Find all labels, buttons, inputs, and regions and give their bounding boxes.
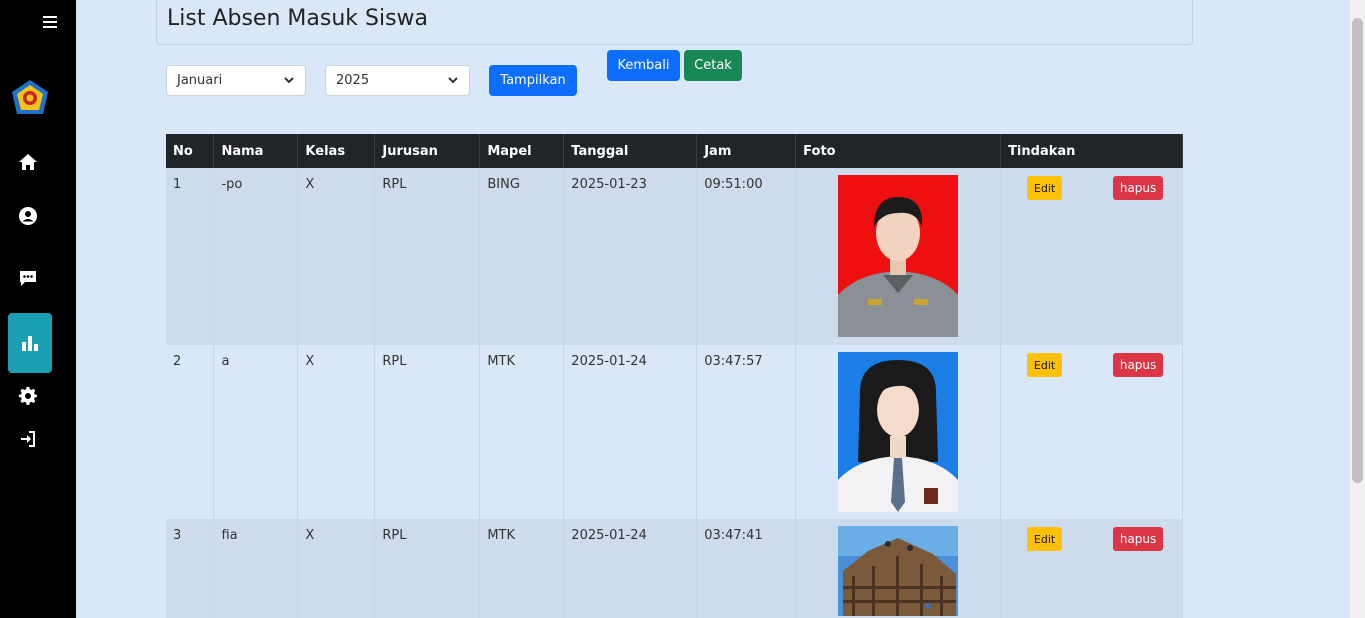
- cell-jurusan: RPL: [374, 345, 481, 519]
- sidebar-item-profile[interactable]: [0, 196, 56, 236]
- column-header: Jurusan: [374, 134, 481, 168]
- page-header-card: List Absen Masuk Siswa: [156, 0, 1193, 45]
- page-title: List Absen Masuk Siswa: [167, 6, 429, 31]
- sidebar-item-home[interactable]: [0, 142, 56, 182]
- cell-no: 1: [166, 168, 215, 345]
- cell-nama: a: [213, 345, 299, 519]
- home-icon: [19, 154, 37, 170]
- student-photo: [838, 352, 959, 514]
- edit-button[interactable]: Edit: [1027, 353, 1063, 377]
- student-photo: [838, 526, 959, 616]
- attendance-table: No Nama Kelas Jurusan Mapel Tanggal Jam …: [166, 134, 1183, 618]
- column-header: No: [166, 134, 215, 168]
- cell-no: 2: [166, 345, 215, 519]
- edit-button[interactable]: Edit: [1027, 176, 1063, 200]
- cell-mapel: MTK: [479, 519, 565, 618]
- cell-actions: Edit hapus: [1000, 519, 1183, 618]
- cell-no: 3: [166, 519, 215, 618]
- column-header: Mapel: [479, 134, 565, 168]
- year-select-value: 2025: [336, 73, 370, 88]
- table-header-row: No Nama Kelas Jurusan Mapel Tanggal Jam …: [166, 134, 1183, 168]
- cell-nama: -po: [213, 168, 299, 345]
- sidebar-item-settings[interactable]: [0, 376, 56, 416]
- sign-in-icon: [21, 431, 35, 447]
- scrollbar-thumb[interactable]: [1352, 18, 1363, 483]
- cell-kelas: X: [297, 345, 376, 519]
- cell-actions: Edit hapus: [1000, 168, 1183, 345]
- cell-mapel: MTK: [479, 345, 565, 519]
- sidebar-item-messages[interactable]: [0, 258, 56, 298]
- delete-button[interactable]: hapus: [1113, 176, 1164, 200]
- cell-kelas: X: [297, 519, 376, 618]
- cell-jurusan: RPL: [374, 168, 481, 345]
- bar-chart-icon: [22, 336, 38, 351]
- edit-button[interactable]: Edit: [1027, 527, 1063, 551]
- show-button[interactable]: Tampilkan: [489, 65, 577, 96]
- table-row: 1 -po X RPL BING 2025-01-23 09:51:00 Edi…: [166, 168, 1183, 345]
- chevron-down-icon: [283, 74, 295, 86]
- cell-jurusan: RPL: [374, 519, 481, 618]
- delete-button[interactable]: hapus: [1113, 353, 1164, 377]
- delete-button[interactable]: hapus: [1113, 527, 1164, 551]
- cell-mapel: BING: [479, 168, 565, 345]
- chevron-down-icon: [447, 74, 459, 86]
- column-header: Tindakan: [1000, 134, 1183, 168]
- column-header: Tanggal: [563, 134, 698, 168]
- user-circle-icon: [19, 207, 37, 225]
- sidebar-item-reports[interactable]: [8, 313, 52, 373]
- month-select-value: Januari: [177, 73, 223, 88]
- column-header: Foto: [795, 134, 1002, 168]
- cell-jam: 03:47:57: [696, 345, 797, 519]
- cell-tanggal: 2025-01-24: [563, 519, 698, 618]
- month-select[interactable]: Januari: [166, 65, 306, 96]
- back-button[interactable]: Kembali: [607, 50, 680, 81]
- cell-actions: Edit hapus: [1000, 345, 1183, 519]
- cell-foto: [795, 168, 1002, 345]
- cell-nama: fia: [213, 519, 299, 618]
- student-photo: [838, 175, 959, 337]
- page-scrollbar[interactable]: [1350, 0, 1365, 618]
- table-row: 3 fia X RPL MTK 2025-01-24 03:47:41 Edit…: [166, 519, 1183, 618]
- cell-foto: [795, 345, 1002, 519]
- cell-foto: [795, 519, 1002, 618]
- cell-jam: 03:47:41: [696, 519, 797, 618]
- sidebar-item-logout[interactable]: [0, 419, 56, 459]
- print-button[interactable]: Cetak: [684, 50, 742, 81]
- cell-tanggal: 2025-01-23: [563, 168, 698, 345]
- cell-tanggal: 2025-01-24: [563, 345, 698, 519]
- year-select[interactable]: 2025: [325, 65, 470, 96]
- table-row: 2 a X RPL MTK 2025-01-24 03:47:57 Edit h…: [166, 345, 1183, 519]
- gear-icon: [18, 386, 37, 405]
- menu-toggle-button[interactable]: [38, 10, 62, 34]
- message-icon: [20, 271, 36, 286]
- column-header: Kelas: [297, 134, 376, 168]
- column-header: Nama: [213, 134, 299, 168]
- column-header: Jam: [696, 134, 797, 168]
- school-logo: [9, 78, 51, 120]
- cell-jam: 09:51:00: [696, 168, 797, 345]
- cell-kelas: X: [297, 168, 376, 345]
- sidebar: [0, 0, 76, 618]
- hamburger-icon: [43, 16, 57, 28]
